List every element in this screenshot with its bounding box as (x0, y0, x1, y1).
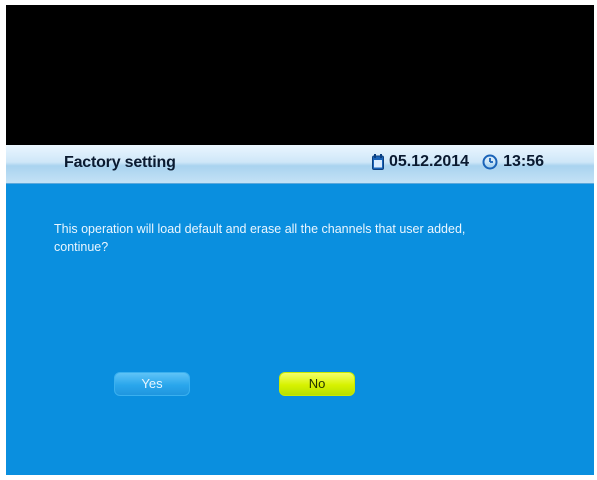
dialog-title: Factory setting (64, 154, 176, 171)
date-text: 05.12.2014 (389, 153, 470, 170)
yes-button[interactable]: Yes (114, 372, 190, 396)
calendar-icon (372, 154, 384, 170)
date-time-display: 05.12.2014 13:56 (372, 153, 544, 171)
clock-icon (482, 154, 498, 170)
factory-setting-dialog: Factory setting 05.12.2014 13:56 This op (6, 145, 594, 475)
message-line-1: This operation will load default and era… (54, 222, 466, 236)
no-button[interactable]: No (279, 372, 355, 396)
confirmation-message: This operation will load default and era… (54, 220, 574, 256)
title-bar: Factory setting 05.12.2014 13:56 (6, 145, 594, 184)
video-preview-area (6, 5, 594, 145)
message-line-2: continue? (54, 240, 109, 254)
tv-screen: Factory setting 05.12.2014 13:56 This op (6, 5, 594, 475)
time-text: 13:56 (503, 153, 544, 170)
